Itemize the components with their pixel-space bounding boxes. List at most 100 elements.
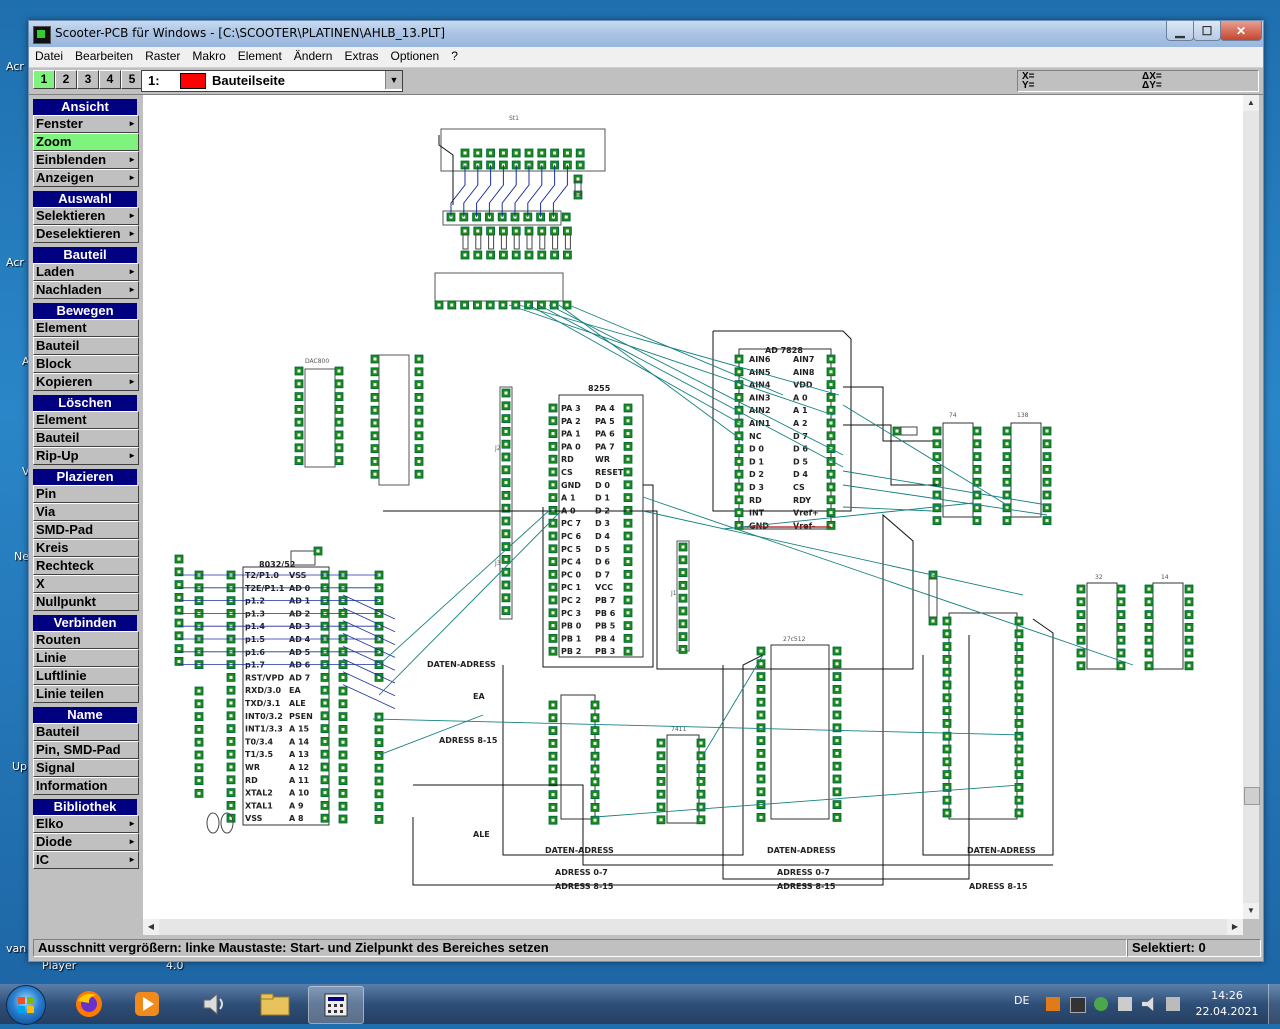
maximize-button[interactable]: ☐ [1193, 21, 1221, 41]
sidebar-item-selektieren[interactable]: Selektieren ► [33, 207, 139, 225]
scroll-left-icon[interactable]: ◀ [143, 919, 159, 935]
sidebar-item-element[interactable]: Element [33, 411, 139, 429]
clock[interactable]: 14:26 22.04.2021 [1192, 988, 1262, 1020]
layer-tab-5[interactable]: 5 [121, 70, 143, 89]
layer-tab-4[interactable]: 4 [99, 70, 121, 89]
sidebar-item-kreis[interactable]: Kreis [33, 539, 139, 557]
menu-optionen[interactable]: Optionen [385, 47, 446, 65]
sidebar-item-fenster[interactable]: Fenster ► [33, 115, 139, 133]
taskbar-speaker-app[interactable] [186, 986, 240, 1022]
sidebar-item-bauteil[interactable]: Bauteil [33, 429, 139, 447]
taskbar-scooter-pcb[interactable] [308, 986, 364, 1024]
sidebar-item-routen[interactable]: Routen [33, 631, 139, 649]
pcb-pad-hole [1045, 519, 1049, 523]
sidebar-item-x[interactable]: X [33, 575, 139, 593]
sidebar-item-elko[interactable]: Elko ► [33, 815, 139, 833]
sidebar-item-bauteil[interactable]: Bauteil [33, 723, 139, 741]
menu-raster[interactable]: Raster [139, 47, 186, 65]
sidebar-item-nullpunkt[interactable]: Nullpunkt [33, 593, 139, 611]
menu-aendern[interactable]: Ändern [288, 47, 339, 65]
sidebar-item-anzeigen[interactable]: Anzeigen ► [33, 169, 139, 187]
title-bar[interactable]: Scooter-PCB für Windows - [C:\SCOOTER\PL… [29, 21, 1263, 47]
desktop-icon-label[interactable]: Ne [14, 550, 29, 563]
minimize-button[interactable]: ▁ [1166, 21, 1194, 41]
tray-security-icon[interactable] [1094, 997, 1108, 1011]
tray-monitor-icon[interactable] [1070, 997, 1086, 1013]
scroll-up-icon[interactable]: ▲ [1243, 95, 1259, 111]
sidebar-item-rechteck[interactable]: Rechteck [33, 557, 139, 575]
sidebar-item-deselektieren[interactable]: Deselektieren ► [33, 225, 139, 243]
sidebar-item-information[interactable]: Information [33, 777, 139, 795]
pin-label: AIN6 [749, 355, 771, 364]
ratsnest-line [702, 654, 764, 756]
scroll-down-icon[interactable]: ▼ [1243, 903, 1259, 919]
sidebar-item-signal[interactable]: Signal [33, 759, 139, 777]
sidebar-item-zoom[interactable]: Zoom [33, 133, 139, 151]
sidebar-item-bauteil[interactable]: Bauteil [33, 337, 139, 355]
taskbar-media-player[interactable] [120, 986, 174, 1022]
sidebar-item-diode[interactable]: Diode ► [33, 833, 139, 851]
pcb-pad-hole [737, 472, 741, 476]
desktop-icon-label[interactable]: Acr [6, 256, 24, 269]
menu-help[interactable]: ? [445, 47, 464, 65]
pcb-pad-hole [1017, 760, 1021, 764]
sidebar-item-element[interactable]: Element [33, 319, 139, 337]
menu-extras[interactable]: Extras [338, 47, 384, 65]
taskbar-firefox[interactable] [62, 986, 116, 1022]
pcb-pad-hole [417, 408, 421, 412]
desktop-icon-label[interactable]: Acr [6, 60, 24, 73]
app-icon[interactable] [33, 26, 51, 44]
show-desktop-button[interactable] [1268, 984, 1280, 1024]
pcb-pad-hole [945, 709, 949, 713]
pcb-canvas[interactable]: St1 AD 7828 AIN6 AIN5 AIN4 AIN3 AIN2 AIN1 NC D 0D… [143, 95, 1243, 919]
sidebar-item-luftlinie[interactable]: Luftlinie [33, 667, 139, 685]
sidebar-item-linie-teilen[interactable]: Linie teilen [33, 685, 139, 703]
chevron-down-icon[interactable]: ▼ [385, 71, 402, 89]
pcb-pad-hole [463, 253, 467, 257]
tray-misc-icon[interactable] [1166, 997, 1180, 1011]
layer-tab-2[interactable]: 2 [55, 70, 77, 89]
menu-makro[interactable]: Makro [186, 47, 231, 65]
desktop-icon-label[interactable]: Up [12, 760, 27, 773]
pcb-pad-hole [699, 792, 703, 796]
pcb-pad-hole [551, 624, 555, 628]
pin-label: PC 4 [561, 558, 582, 567]
sidebar-item-ic[interactable]: IC ► [33, 851, 139, 869]
vertical-scrollbar[interactable]: ▲ ▼ [1243, 95, 1260, 919]
pcb-pad-hole [540, 229, 544, 233]
layer-tab-3[interactable]: 3 [77, 70, 99, 89]
sidebar-item-linie[interactable]: Linie [33, 649, 139, 667]
desktop-icon-label[interactable]: van [6, 942, 26, 955]
sidebar-item-laden[interactable]: Laden ► [33, 263, 139, 281]
tray-update-icon[interactable] [1046, 997, 1060, 1011]
sidebar-item-block[interactable]: Block [33, 355, 139, 373]
pcb-pad-hole [551, 547, 555, 551]
horizontal-scrollbar[interactable]: ◀ ▶ [143, 919, 1243, 935]
layer-tab-1[interactable]: 1 [33, 70, 55, 89]
pcb-layout[interactable]: St1AD 7828AIN6AIN5AIN4AIN3AIN2AIN1NCD 0D… [143, 95, 1243, 919]
taskbar-file-explorer[interactable] [248, 986, 302, 1022]
close-button[interactable]: ✕ [1220, 21, 1262, 41]
language-indicator[interactable]: DE [1014, 994, 1029, 1007]
tray-network-icon[interactable] [1118, 997, 1132, 1011]
layer-select[interactable]: 1: Bauteilseite ▼ [141, 70, 403, 92]
vertical-scroll-thumb[interactable] [1244, 787, 1260, 805]
sidebar-item-rip-up[interactable]: Rip-Up ► [33, 447, 139, 465]
sidebar-item-nachladen[interactable]: Nachladen ► [33, 281, 139, 299]
pcb-pad-hole [626, 572, 630, 576]
pin-label: AIN8 [793, 368, 815, 377]
scroll-right-icon[interactable]: ▶ [1227, 919, 1243, 935]
sidebar-item-pin-smd-pad[interactable]: Pin, SMD-Pad [33, 741, 139, 759]
sidebar-item-pin[interactable]: Pin [33, 485, 139, 503]
pcb-pad-hole [501, 229, 505, 233]
sidebar-item-kopieren[interactable]: Kopieren ► [33, 373, 139, 391]
tray-volume-icon[interactable] [1142, 997, 1154, 1011]
start-button[interactable] [6, 985, 46, 1025]
sidebar-item-via[interactable]: Via [33, 503, 139, 521]
menu-element[interactable]: Element [232, 47, 288, 65]
menu-datei[interactable]: Datei [29, 47, 69, 65]
menu-bearbeiten[interactable]: Bearbeiten [69, 47, 139, 65]
sidebar-item-einblenden[interactable]: Einblenden ► [33, 151, 139, 169]
bus-trace [342, 620, 396, 645]
sidebar-item-smd-pad[interactable]: SMD-Pad [33, 521, 139, 539]
